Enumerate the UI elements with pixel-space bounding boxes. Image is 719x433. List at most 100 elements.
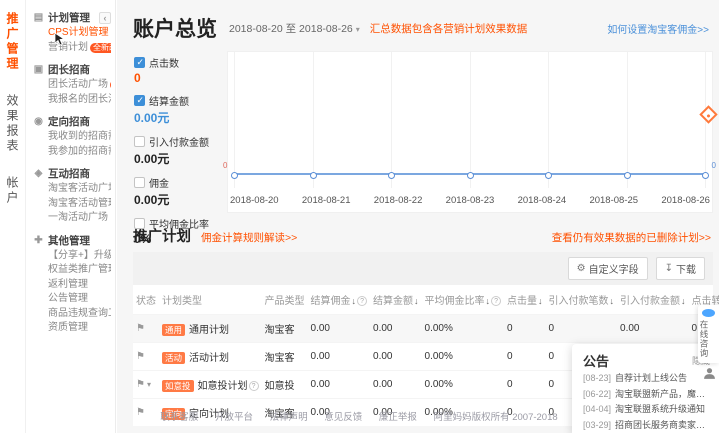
footer-link-report[interactable]: 廉正举报 [379, 412, 417, 423]
sidebar-group-title-targeting[interactable]: 定向招商 [33, 114, 111, 130]
sidebar-item-notice-mgmt[interactable]: 公告管理 [33, 292, 111, 307]
notice-date: [08-23] [583, 372, 611, 386]
rail-item-promotion[interactable]: 推广管理 [4, 12, 21, 72]
sidebar-item-rights-promo[interactable]: 权益类推广管理 [33, 263, 111, 278]
date-range-picker[interactable]: 2018-08-20 至 2018-08-26 ▾ [229, 21, 360, 36]
sidebar-item-label: 淘宝客活动管理 [48, 197, 111, 212]
sidebar-item-marketing-plan[interactable]: 营销计划全新改版 [33, 41, 111, 56]
plan-status-icon[interactable]: ⚑ [136, 379, 145, 390]
sort-down-icon[interactable] [537, 296, 543, 307]
sidebar-item-rebate-mgmt[interactable]: 返利管理 [33, 278, 111, 293]
metric-checkbox-row[interactable]: 引入付款金额 [134, 134, 227, 149]
col-clicks[interactable]: 点击量 [504, 285, 546, 315]
checkbox-checked-icon[interactable] [134, 95, 145, 106]
sidebar-group-targeting: 定向招商 我收到的招商需求 我参加的招商需求 [33, 114, 111, 159]
chat-widget-label: 在线咨询 [698, 320, 710, 358]
metric-checkbox-row[interactable]: 结算金额 [134, 93, 227, 108]
sidebar-item-my-leader-activities[interactable]: 我报名的团长活动 [33, 93, 111, 108]
sidebar-item-label: 我参加的招商需求 [48, 145, 111, 160]
sidebar-item-label: 资质管理 [48, 321, 88, 336]
col-intro-amount[interactable]: 引入付款金额 [617, 285, 689, 315]
notice-text: 招商团长服务商卖家设置教程 [615, 419, 710, 433]
sidebar-item-leader-plaza[interactable]: 团长活动广场新玩法 [33, 78, 111, 93]
rail-item-reports[interactable]: 效果报表 [4, 94, 21, 154]
checkbox-checked-icon[interactable] [134, 57, 145, 68]
info-icon[interactable] [249, 381, 259, 391]
sidebar: 计划管理 ‹ CPS计划管理 营销计划全新改版 团长招商 团长活动广场新玩法 我… [27, 0, 116, 433]
gear-icon [577, 263, 586, 274]
sort-down-icon[interactable] [351, 296, 357, 307]
info-icon[interactable] [357, 296, 367, 306]
sidebar-group-other: 其他管理 【分享+】升级管理 权益类推广管理 返利管理 公告管理 商品违规查询工… [33, 233, 111, 336]
checkbox-icon[interactable] [134, 177, 145, 188]
footer-link-feedback[interactable]: 意见反馈 [324, 412, 362, 423]
table-row-general-plan: ⚑ 通用通用计划 淘宝客 0.000.000.00%000.000.00% 查看 [133, 315, 719, 343]
metric-value: 0.00元 [134, 191, 227, 208]
sidebar-group-title-other[interactable]: 其他管理 [33, 233, 111, 249]
sidebar-item-cps-plan[interactable]: CPS计划管理 [33, 26, 111, 41]
sidebar-item-etao-plaza[interactable]: 一淘活动广场 [33, 211, 111, 226]
checkbox-icon[interactable] [134, 136, 145, 147]
plan-name: 通用计划 [189, 325, 229, 336]
footer-link-legal[interactable]: 法律声明 [270, 412, 308, 423]
col-settle-commission[interactable]: 结算佣金 [308, 285, 371, 315]
sidebar-item-received-requests[interactable]: 我收到的招商需求 [33, 130, 111, 145]
download-icon [665, 263, 673, 274]
notice-title: 公告 [583, 351, 609, 370]
notice-text: 自荐计划上线公告 [615, 372, 687, 386]
mouse-cursor [54, 32, 65, 51]
sidebar-collapse-button[interactable]: ‹ [99, 12, 111, 24]
plan-status-icon[interactable]: ⚑ [136, 351, 145, 362]
footer-link-open-platform[interactable]: 开放平台 [215, 412, 253, 423]
deleted-plans-link[interactable]: 查看仍有效果数据的已删除计划>> [552, 230, 711, 245]
col-product-type[interactable]: 产品类型 [262, 285, 308, 315]
sidebar-group-title-leader[interactable]: 团长招商 [33, 62, 111, 78]
sidebar-group-leader: 团长招商 团长活动广场新玩法 我报名的团长活动 [33, 62, 111, 107]
sort-down-icon[interactable] [485, 296, 491, 307]
metric-checkbox-row[interactable]: 佣金 [134, 175, 227, 190]
customer-service-icon[interactable] [703, 367, 716, 385]
metric-label: 点击数 [149, 55, 179, 70]
metric-settlement-amount: 结算金额 0.00元 [134, 93, 227, 126]
notice-item[interactable]: [06-22]淘宝联盟新产品，魔力投上线啦… [583, 388, 710, 402]
sidebar-item-taoke-plaza[interactable]: 淘宝客活动广场 [33, 182, 111, 197]
sort-down-icon[interactable] [680, 296, 686, 307]
col-avg-rate[interactable]: 平均佣金比率 [422, 285, 505, 315]
metric-label: 佣金 [149, 175, 169, 190]
footer-link-contact[interactable]: 联系客服 [160, 412, 198, 423]
notice-text: 淘宝联盟系统升级通知 [615, 403, 705, 417]
sidebar-group-title-interactive[interactable]: 互动招商 [33, 166, 111, 182]
sidebar-item-violation-tool[interactable]: 商品违规查询工具 [33, 307, 111, 322]
notice-item[interactable]: [04-04]淘宝联盟系统升级通知 [583, 403, 710, 417]
plan-name: 活动计划 [189, 353, 229, 364]
interactive-recruit-icon [33, 166, 44, 182]
col-plan-type[interactable]: 计划类型 [159, 285, 262, 315]
commission-help-link[interactable]: 如何设置淘宝客佣金>> [607, 21, 709, 36]
col-intro-orders[interactable]: 引入付款笔数 [546, 285, 618, 315]
plan-type-badge: 如意投 [162, 380, 194, 392]
sidebar-item-taoke-activity-mgmt[interactable]: 淘宝客活动管理 [33, 197, 111, 212]
download-button[interactable]: 下载 [656, 257, 705, 280]
customize-fields-button[interactable]: 自定义字段 [568, 257, 648, 280]
sort-down-icon[interactable] [413, 296, 419, 307]
col-settle-amount[interactable]: 结算金额 [370, 285, 422, 315]
notice-item[interactable]: [08-23] 自荐计划上线公告 [583, 372, 710, 386]
rail-item-account[interactable]: 帐户 [4, 176, 21, 206]
metric-checkbox-row[interactable]: 点击数 [134, 55, 227, 70]
info-icon[interactable] [491, 296, 501, 306]
sidebar-item-label: 我报名的团长活动 [48, 93, 111, 108]
sidebar-item-share-upgrade[interactable]: 【分享+】升级管理 [33, 249, 111, 264]
sidebar-item-qualification-mgmt[interactable]: 资质管理 [33, 321, 111, 336]
sort-down-icon[interactable] [609, 296, 615, 307]
col-status[interactable]: 状态 [133, 285, 159, 315]
notice-item[interactable]: [03-29]招商团长服务商卖家设置教程 [583, 419, 710, 433]
commission-rule-link[interactable]: 佣金计算规则解读>> [201, 230, 297, 245]
checkbox-icon[interactable] [134, 218, 145, 229]
plan-status-icon[interactable]: ⚑ [136, 323, 145, 334]
online-chat-widget[interactable]: 在线咨询 [698, 305, 719, 363]
sidebar-group-title-plan[interactable]: 计划管理 ‹ [33, 10, 111, 26]
chevron-down-icon[interactable]: ▾ [147, 380, 151, 389]
sidebar-item-label: 返利管理 [48, 278, 88, 293]
metric-label: 引入付款金额 [149, 134, 209, 149]
sidebar-item-joined-requests[interactable]: 我参加的招商需求 [33, 145, 111, 160]
